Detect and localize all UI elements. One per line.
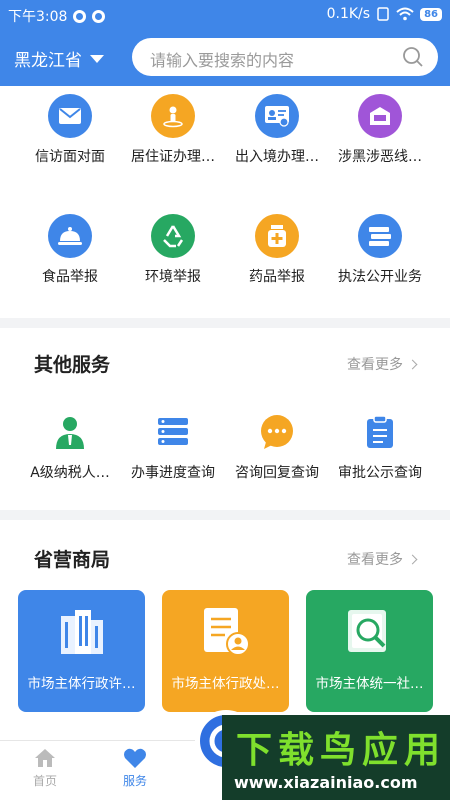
bureau-card-credit-code[interactable]: 市场主体统一社… (306, 590, 433, 712)
view-more-label: 查看更多 (347, 357, 403, 373)
section-title: 其他服务 (34, 354, 111, 376)
search-input[interactable]: 请输入要搜索的内容 (132, 38, 438, 76)
wifi-icon (396, 7, 414, 21)
service-label: 药品举报 (249, 269, 305, 285)
service-label: 咨询回复查询 (235, 465, 319, 481)
view-more-label: 查看更多 (347, 552, 403, 568)
status-time: 下午3:08 (8, 9, 68, 25)
envelope-icon (48, 94, 92, 138)
tab-services[interactable]: 服务 (100, 747, 170, 789)
progress-list-icon (151, 410, 195, 454)
bureau-card-label: 市场主体行政许… (27, 676, 136, 692)
notification-icon (92, 9, 106, 23)
report-box-icon (358, 94, 402, 138)
service-tile-residence[interactable]: 居住证办理… (117, 94, 229, 166)
service-label: A级纳税人… (30, 465, 110, 481)
service-label: 环境举报 (145, 269, 201, 285)
network-speed: 0.1K/s (326, 6, 371, 22)
medicine-icon (255, 214, 299, 258)
service-label: 涉黑涉恶线… (338, 149, 422, 165)
food-cloche-icon (48, 214, 92, 258)
tab-services-label: 服务 (122, 774, 147, 788)
building-icon (61, 610, 103, 654)
home-icon (35, 749, 55, 767)
service-label: 审批公示查询 (338, 465, 422, 481)
service-tile-medicine-report[interactable]: 药品举报 (221, 214, 333, 286)
battery-level: 86 (420, 7, 442, 21)
view-more-link[interactable]: 查看更多 (347, 549, 418, 569)
chat-bubble-icon (255, 410, 299, 454)
bureau-card-label: 市场主体行政处… (171, 676, 280, 692)
chevron-right-icon (407, 359, 418, 369)
status-bar: 下午3:08 0.1K/s 86 (0, 0, 450, 30)
service-label: 出入境办理… (235, 149, 319, 165)
search-icon[interactable] (402, 46, 424, 68)
person-pin-icon (151, 94, 195, 138)
document-person-icon (204, 608, 250, 656)
service-tile-environment-report[interactable]: 环境举报 (117, 214, 229, 286)
bureau-card-penalty[interactable]: 市场主体行政处… (162, 590, 289, 712)
service-tile-approval[interactable]: 审批公示查询 (324, 410, 436, 482)
service-label: 信访面对面 (35, 149, 105, 165)
service-tile-petition[interactable]: 信访面对面 (14, 94, 126, 166)
tab-home-label: 首页 (32, 774, 57, 788)
service-label: 食品举报 (42, 269, 98, 285)
province-label: 黑龙江省 (14, 51, 82, 71)
service-tile-food-report[interactable]: 食品举报 (14, 214, 126, 286)
service-tile-exit-entry[interactable]: 出入境办理… (221, 94, 333, 166)
id-card-icon (255, 94, 299, 138)
service-tile-consult[interactable]: 咨询回复查询 (221, 410, 333, 482)
taxpayer-icon (48, 410, 92, 454)
bureau-card-label: 市场主体统一社… (315, 676, 424, 692)
service-tile-law-enforcement[interactable]: 执法公开业务 (324, 214, 436, 286)
books-icon (358, 214, 402, 258)
tab-home[interactable]: 首页 (10, 747, 80, 789)
service-label: 办事进度查询 (131, 465, 215, 481)
clipboard-icon (358, 410, 402, 454)
service-label: 居住证办理… (131, 149, 215, 165)
heart-icon (124, 748, 146, 768)
doc-search-icon (348, 610, 386, 652)
sim-icon (377, 7, 389, 21)
watermark-banner: 下载鸟应用 www.xiazainiao.com (222, 715, 450, 800)
watermark-url: www.xiazainiao.com (234, 773, 418, 792)
province-selector[interactable]: 黑龙江省 (14, 46, 104, 71)
caret-down-icon (90, 54, 104, 63)
service-tile-taxpayer[interactable]: A级纳税人… (14, 410, 126, 482)
watermark-title: 下载鸟应用 (236, 730, 447, 771)
search-placeholder: 请输入要搜索的内容 (150, 51, 295, 70)
service-tile-gang-report[interactable]: 涉黑涉恶线… (324, 94, 436, 166)
view-more-link[interactable]: 查看更多 (347, 354, 418, 374)
notification-icon (73, 9, 87, 23)
app-header: 下午3:08 0.1K/s 86 黑龙江省 请输入要搜索的内容 (0, 0, 450, 86)
service-label: 执法公开业务 (338, 269, 422, 285)
bureau-card-license[interactable]: 市场主体行政许… (18, 590, 145, 712)
chevron-right-icon (407, 554, 418, 564)
service-tile-progress[interactable]: 办事进度查询 (117, 410, 229, 482)
section-title: 省营商局 (34, 549, 111, 571)
recycle-icon (151, 214, 195, 258)
